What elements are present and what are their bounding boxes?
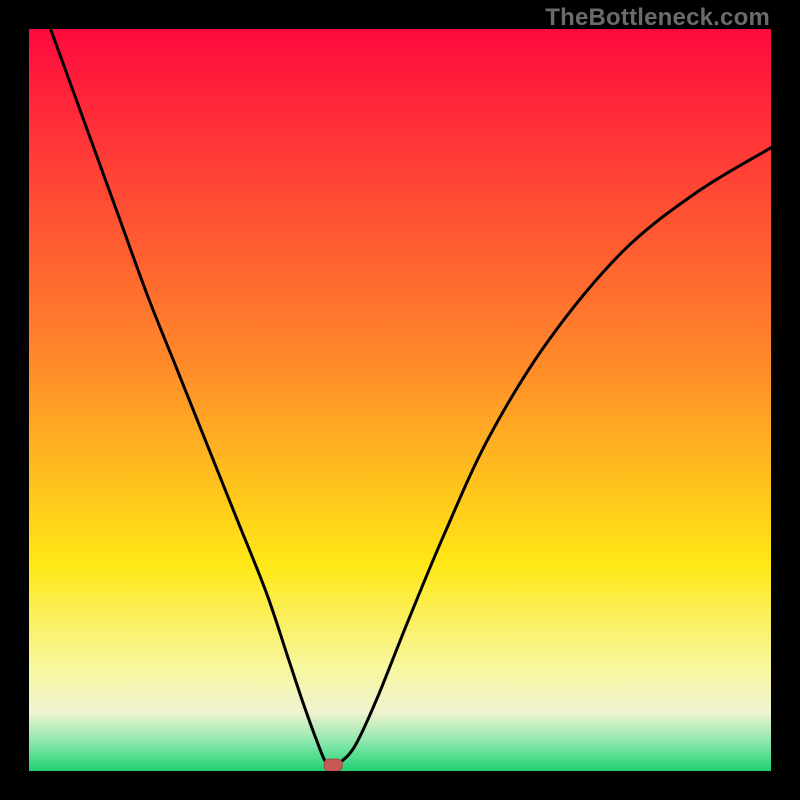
gradient-background — [29, 29, 771, 771]
chart-svg — [29, 29, 771, 771]
plot-area — [29, 29, 771, 771]
outer-frame: TheBottleneck.com — [0, 0, 800, 800]
watermark-text: TheBottleneck.com — [545, 4, 770, 32]
minimum-marker — [324, 759, 342, 771]
